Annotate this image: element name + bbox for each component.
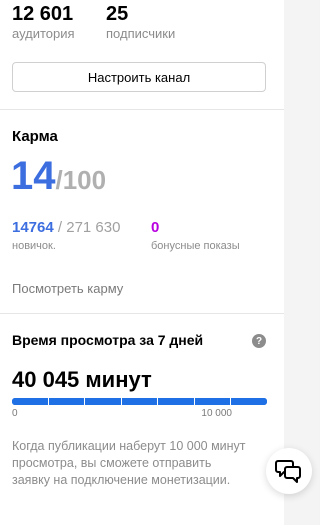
chat-bubbles-icon [275, 460, 301, 483]
divider [0, 109, 284, 110]
channel-stats-panel: 12 601 аудитория 25 подписчики Настроить… [0, 0, 284, 525]
watch-time-progress [12, 398, 267, 405]
progress-scale-max: 10 000 [201, 408, 232, 419]
audience-stats: 12 601 аудитория 25 подписчики [12, 2, 200, 42]
watch-time-value: 40 045 минут [12, 367, 152, 392]
karma-stats: 14764 / 271 630 новичок. 0 бонусные пока… [12, 219, 240, 255]
question-circle-icon[interactable]: ? [252, 334, 266, 348]
karma-current-points: 14764 [12, 219, 54, 236]
stat-audience-label: аудитория [12, 26, 75, 41]
karma-level-label: новичок. [12, 240, 56, 252]
configure-channel-button[interactable]: Настроить канал [12, 62, 266, 92]
stat-subscribers: 25 подписчики [106, 2, 200, 42]
stat-subscribers-label: подписчики [106, 26, 176, 41]
bonus-impressions-label: бонусные показы [151, 240, 240, 252]
karma-level: 14764 / 271 630 новичок. [12, 219, 151, 255]
progress-scale-min: 0 [12, 408, 18, 419]
stat-subscribers-value: 25 [106, 3, 129, 25]
bonus-impressions-value: 0 [151, 219, 160, 236]
stat-audience: 12 601 аудитория [12, 2, 106, 42]
monetization-note: Когда публикации наберут 10 000 минут пр… [12, 439, 246, 487]
karma-title: Карма [12, 128, 58, 145]
karma-score: 14/100 [11, 154, 106, 207]
chat-button[interactable] [266, 448, 312, 494]
divider [0, 313, 284, 314]
progress-ticks [12, 398, 267, 405]
watch-time-title: Время просмотра за 7 дней [12, 332, 204, 348]
karma-max: /100 [55, 165, 107, 195]
scrollbar-track[interactable] [284, 0, 319, 525]
view-karma-link[interactable]: Посмотреть карму [12, 281, 123, 296]
stat-audience-value: 12 601 [12, 3, 74, 25]
karma-total-points: 271 630 [66, 219, 121, 236]
karma-bonus: 0 бонусные показы [151, 219, 240, 255]
karma-value: 14 [11, 154, 56, 198]
